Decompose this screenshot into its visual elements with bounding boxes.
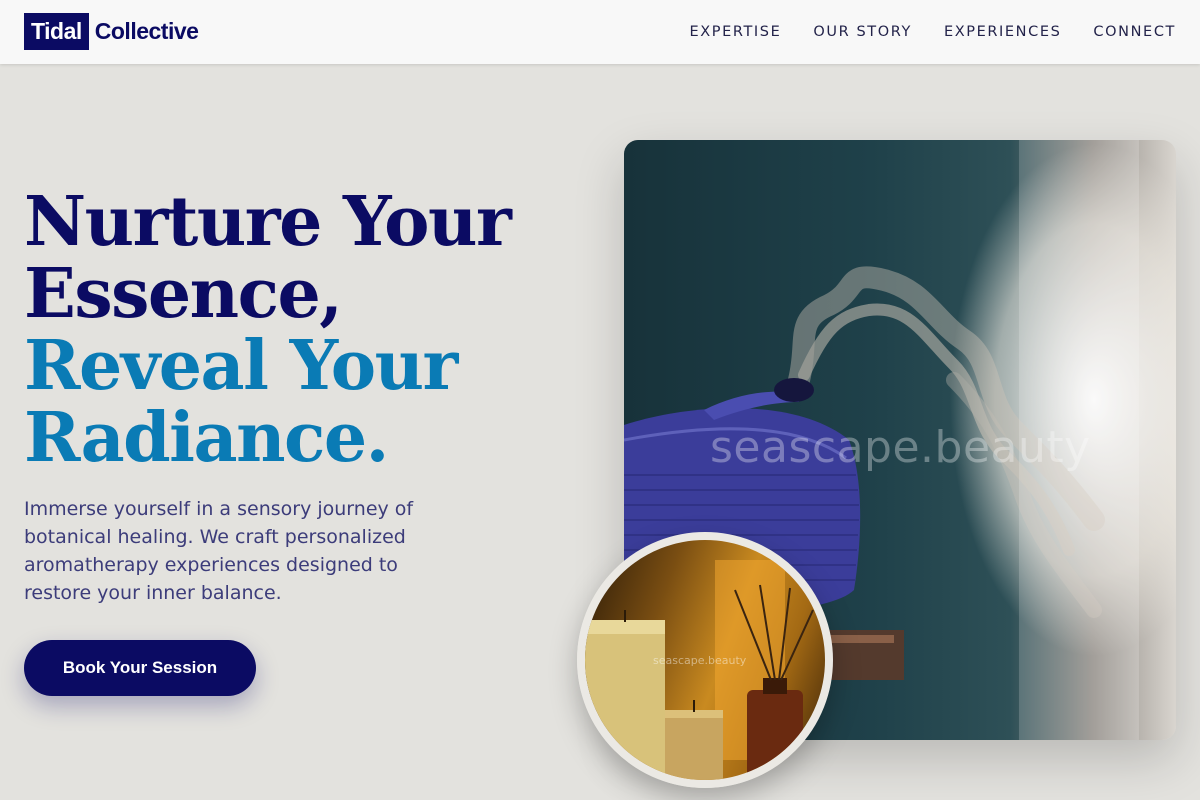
- hero-description: Immerse yourself in a sensory journey of…: [24, 498, 414, 604]
- nav-item-experiences[interactable]: EXPERIENCES: [944, 24, 1061, 40]
- nav-item-connect[interactable]: CONNECT: [1093, 24, 1176, 40]
- logo-box-text: Tidal: [24, 13, 89, 50]
- hero-title-line-4: Radiance.: [24, 398, 389, 478]
- main-image-watermark: seascape.beauty: [710, 422, 1091, 473]
- logo-text: Collective: [94, 18, 199, 44]
- circle-image-watermark: seascape.beauty: [653, 654, 747, 667]
- site-header: Tidal Collective EXPERTISE OUR STORY EXP…: [0, 0, 1200, 64]
- nav-item-our-story[interactable]: OUR STORY: [813, 24, 912, 40]
- hero-title-line-3: Reveal Your: [24, 326, 458, 406]
- nav-item-expertise[interactable]: EXPERTISE: [689, 24, 781, 40]
- hero-title-line-1: Nurture Your: [24, 182, 512, 262]
- brand-logo[interactable]: Tidal Collective: [24, 13, 199, 50]
- hero-title: Nurture Your Essence, Reveal Your Radian…: [24, 186, 584, 474]
- main-nav: EXPERTISE OUR STORY EXPERIENCES CONNECT: [689, 0, 1176, 64]
- book-session-button[interactable]: Book Your Session: [24, 640, 256, 696]
- candles-photo: seascape.beauty: [577, 532, 833, 788]
- hero-title-line-2: Essence,: [24, 254, 343, 334]
